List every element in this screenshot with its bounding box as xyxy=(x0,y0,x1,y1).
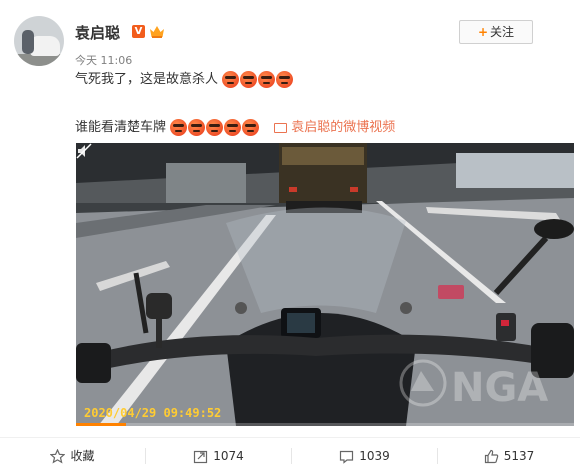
angry-emoji-icon xyxy=(242,119,260,136)
member-crown-icon xyxy=(150,26,164,38)
post-text-line-1: 气死我了，这是故意杀人 xyxy=(75,68,294,88)
comment-button[interactable]: 1039 xyxy=(292,438,437,474)
like-button[interactable]: 5137 xyxy=(438,438,580,474)
repost-count: 1074 xyxy=(213,449,244,463)
star-icon xyxy=(50,448,66,464)
comment-icon xyxy=(340,450,354,464)
user-avatar[interactable] xyxy=(14,16,64,66)
video-progress-bar[interactable] xyxy=(76,423,574,426)
video-progress-fill xyxy=(76,423,126,426)
angry-emoji-icon xyxy=(206,119,224,136)
favorite-button[interactable]: 收藏 xyxy=(0,438,145,474)
angry-emoji-icon xyxy=(170,119,188,136)
repost-icon xyxy=(194,450,208,464)
thumbs-up-icon xyxy=(484,449,498,464)
video-timestamp: 2020/04/29 09:49:52 xyxy=(84,406,222,420)
avatar-person xyxy=(22,30,34,54)
angry-emoji-icon xyxy=(222,71,240,88)
plus-icon: + xyxy=(477,25,489,39)
favorite-label: 收藏 xyxy=(70,449,95,463)
post-text-1: 气死我了，这是故意杀人 xyxy=(75,72,219,87)
post-timestamp[interactable]: 今天 11:06 xyxy=(75,52,132,68)
angry-emoji-icon xyxy=(188,119,206,136)
video-link-label: 袁启聪的微博视频 xyxy=(291,120,396,135)
video-player[interactable]: NGA 2020/04/29 09:49:52 xyxy=(76,143,574,426)
user-name[interactable]: 袁启聪 xyxy=(75,22,120,43)
follow-button[interactable]: + 关注 xyxy=(459,20,533,44)
video-link[interactable]: 袁启聪的微博视频 xyxy=(274,120,395,135)
like-count: 5137 xyxy=(503,449,535,463)
angry-emoji-icon xyxy=(240,71,258,88)
avatar-car xyxy=(30,36,60,56)
post-action-bar: 收藏 1074 1039 5137 xyxy=(0,437,580,474)
angry-emoji-icon xyxy=(258,71,276,88)
angry-emoji-icon xyxy=(276,71,294,88)
repost-button[interactable]: 1074 xyxy=(146,438,291,474)
video-camera-icon xyxy=(274,122,288,133)
angry-emoji-icon xyxy=(224,119,242,136)
volume-mute-icon[interactable] xyxy=(76,143,92,159)
follow-button-label: 关注 xyxy=(490,25,515,39)
watermark-text: NGA xyxy=(451,365,548,411)
comment-count: 1039 xyxy=(359,449,390,463)
verified-badge-icon: V xyxy=(132,25,145,38)
post-text-2: 谁能看清楚车牌 xyxy=(75,120,167,135)
video-frame: NGA xyxy=(76,143,574,426)
post-text-line-2: 谁能看清楚车牌 袁启聪的微博视频 xyxy=(75,116,395,136)
